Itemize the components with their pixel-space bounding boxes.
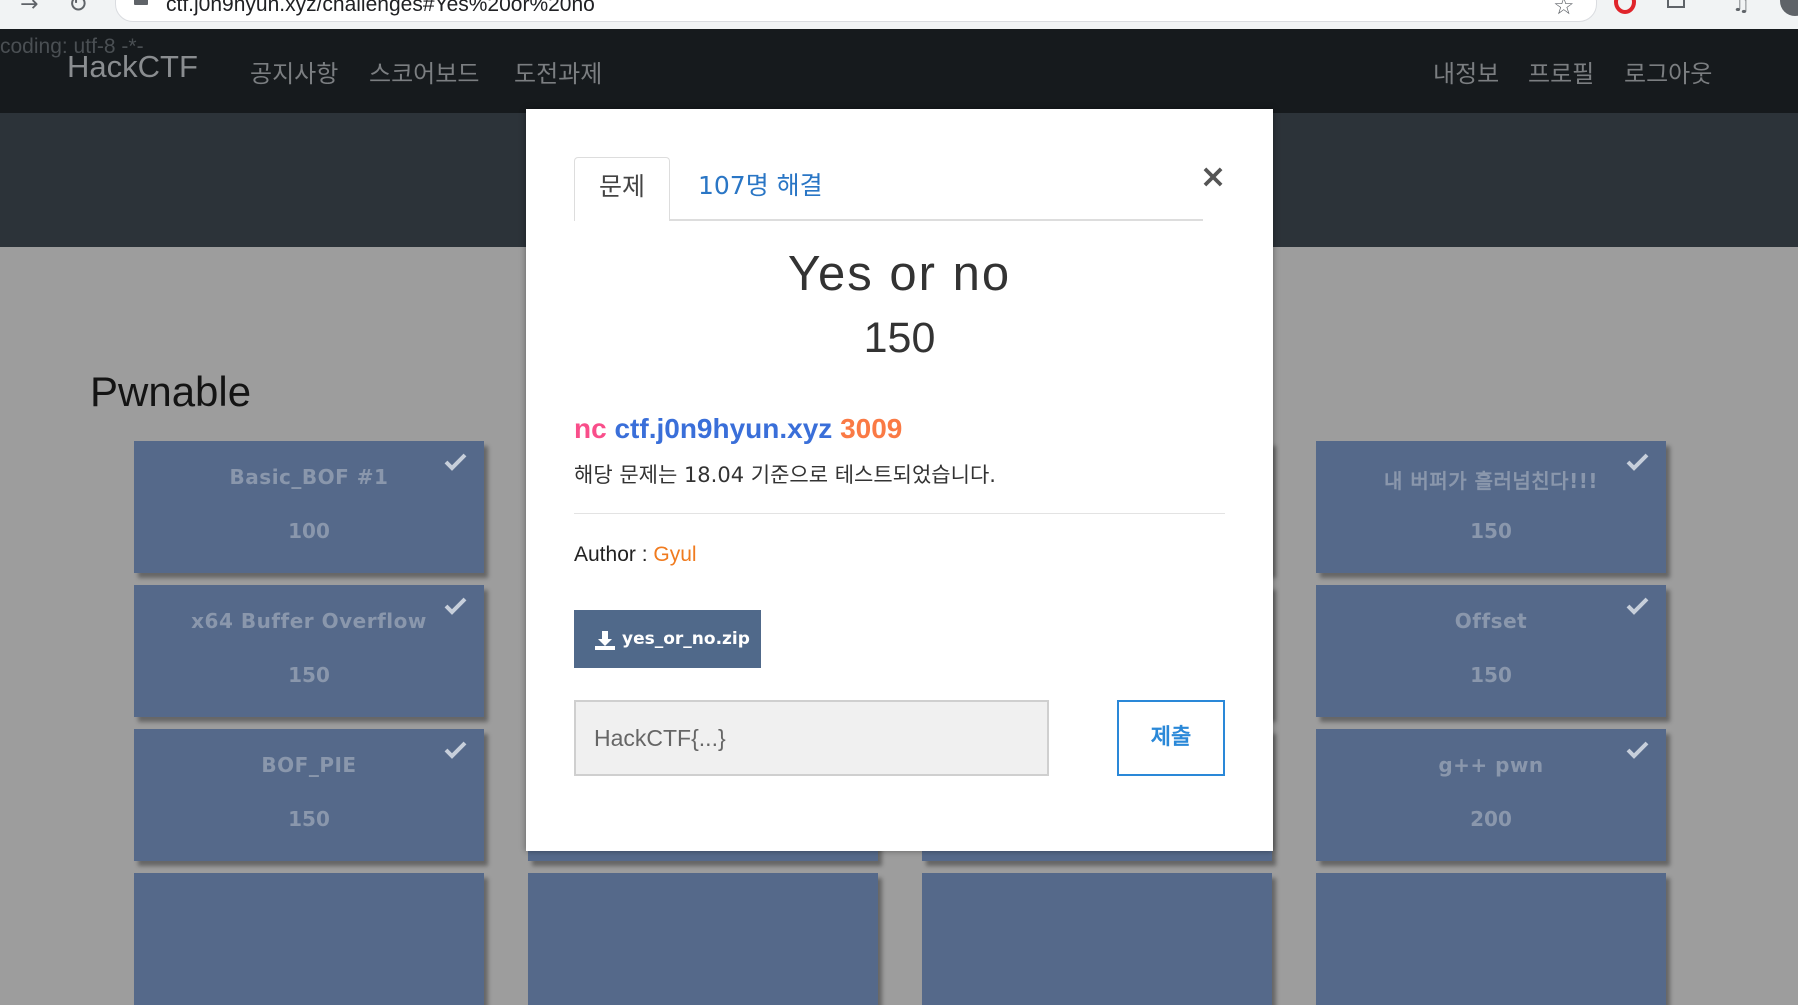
author-label: Author : [574,543,654,566]
category-title: Pwnable [90,368,252,415]
challenge-card[interactable]: 내 버퍼가 흘러넘친다!!! 150 [1316,441,1666,573]
challenge-card[interactable] [922,873,1272,1005]
conn-port: 3009 [840,413,903,444]
challenge-card[interactable]: Offset 150 [1316,585,1666,717]
card-value: 200 [1470,807,1512,831]
nav-notice[interactable]: 공지사항 [250,54,338,89]
bookmark-star-icon[interactable]: ☆ [1553,0,1575,20]
lock-icon [134,0,148,5]
challenge-card[interactable] [1316,873,1666,1005]
card-value: 150 [1470,519,1512,543]
download-label: yes_or_no.zip [622,629,750,649]
submit-button[interactable]: 제출 [1117,700,1225,776]
download-icon [595,631,615,650]
card-name: Offset [1454,609,1528,633]
challenge-modal: 문제 107명 해결 × Yes or no 150 nc ctf.j0n9hy… [526,109,1273,851]
flag-input[interactable] [574,700,1049,776]
forward-arrow-icon[interactable]: → [20,0,38,17]
card-name: g++ pwn [1438,753,1544,777]
nav-challenges[interactable]: 도전과제 [514,54,602,89]
tab-challenge[interactable]: 문제 [574,157,670,221]
url-text[interactable]: ctf.j0n9hyun.xyz/challenges#Yes%20or%20n… [166,0,595,17]
reload-icon[interactable]: ↻ [68,0,88,18]
challenge-description: 해당 문제는 18.04 기준으로 테스트되었습니다. [574,463,996,487]
card-value: 100 [288,519,330,543]
brand-logo[interactable]: HackCTF [67,49,198,85]
divider [574,513,1225,514]
challenge-card[interactable]: Basic_BOF #1 100 [134,441,484,573]
download-file-button[interactable]: yes_or_no.zip [574,610,761,668]
challenge-card[interactable] [528,873,878,1005]
challenge-card[interactable]: BOF_PIE 150 [134,729,484,861]
challenge-value: 150 [863,314,936,362]
nav-scoreboard[interactable]: 스코어보드 [369,54,479,89]
opera-extension-icon[interactable] [1614,0,1636,14]
challenge-card[interactable]: x64 Buffer Overflow 150 [134,585,484,717]
card-value: 150 [288,663,330,687]
extension-icon[interactable] [1667,0,1685,8]
challenge-card[interactable] [134,873,484,1005]
card-name: Basic_BOF #1 [229,465,389,489]
address-bar[interactable]: ctf.j0n9hyun.xyz/challenges#Yes%20or%20n… [115,0,1597,22]
nav-profile[interactable]: 프로필 [1528,54,1594,89]
conn-nc: nc [574,413,607,444]
card-name: BOF_PIE [261,753,357,777]
browser-toolbar: → ↻ ctf.j0n9hyun.xyz/challenges#Yes%20or… [0,0,1798,29]
card-value: 150 [288,807,330,831]
tab-solves[interactable]: 107명 해결 [698,157,823,219]
profile-avatar[interactable] [1780,0,1798,16]
card-value: 150 [1470,663,1512,687]
challenge-card[interactable]: g++ pwn 200 [1316,729,1666,861]
author-line: Author : Gyul [574,543,697,567]
conn-host: ctf.j0n9hyun.xyz [614,413,833,444]
challenge-name: Yes or no [787,247,1012,301]
card-name: x64 Buffer Overflow [191,609,427,633]
site-navbar: coding: utf-8 -*- HackCTF 공지사항 스코어보드 도전과… [0,29,1798,113]
nav-myinfo[interactable]: 내정보 [1433,54,1499,89]
modal-tabs: 문제 107명 해결 [574,157,1203,221]
media-control-icon[interactable]: ♫ [1732,0,1750,16]
close-button[interactable]: × [1198,160,1228,192]
author-name: Gyul [653,543,697,566]
connection-info: nc ctf.j0n9hyun.xyz 3009 [574,413,902,445]
card-name: 내 버퍼가 흘러넘친다!!! [1384,469,1598,493]
nav-logout[interactable]: 로그아웃 [1624,54,1712,89]
